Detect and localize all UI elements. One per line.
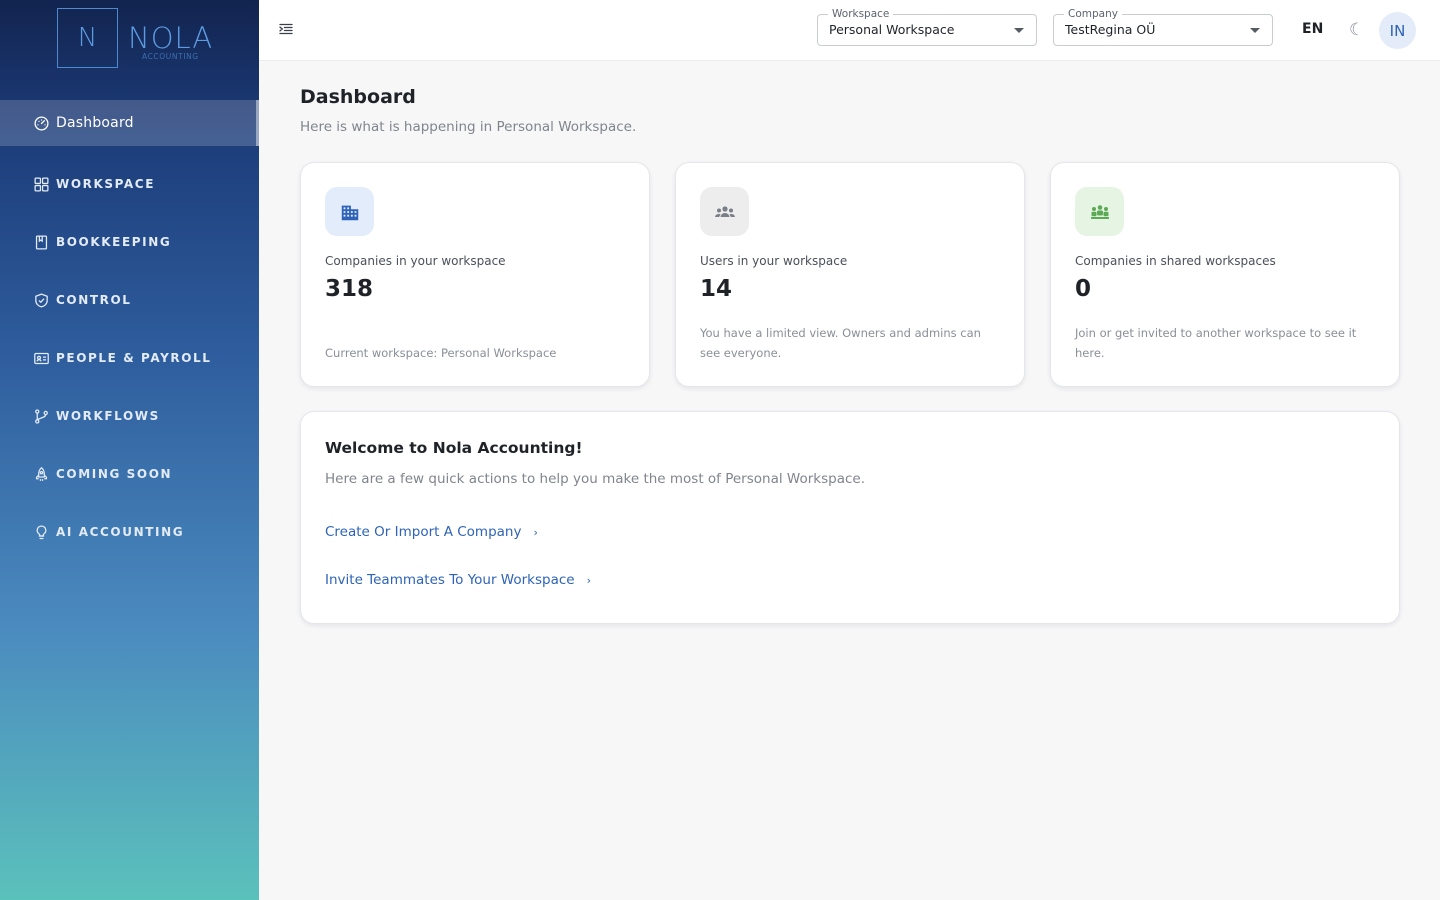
sidebar-item-coming-soon[interactable]: COMING SOON [0, 451, 259, 497]
card-label: Companies in shared workspaces [1075, 254, 1276, 268]
avatar[interactable]: IN [1379, 12, 1416, 49]
sidebar-item-label: CONTROL [56, 293, 132, 307]
card-value: 0 [1075, 276, 1092, 302]
sidebar-item-label: COMING SOON [56, 467, 173, 481]
branch-icon [33, 408, 50, 425]
card-value: 14 [700, 276, 733, 302]
shield-check-icon [33, 292, 50, 309]
welcome-subtitle: Here are a few quick actions to help you… [325, 471, 865, 487]
chevron-down-icon [1250, 28, 1260, 33]
top-bar: Workspace Personal Workspace Company Tes… [259, 0, 1440, 61]
logo-mark: N [57, 8, 118, 68]
workspace-select-legend: Workspace [828, 7, 894, 21]
building-icon [325, 187, 374, 236]
stat-card-companies: Companies in your workspace 318 Current … [300, 162, 650, 387]
card-note: Join or get invited to another workspace… [1075, 326, 1357, 360]
logo-wordmark: NOLA ACCOUNTING [128, 8, 218, 68]
sidebar-item-label: Dashboard [56, 115, 134, 131]
company-select[interactable]: Company TestRegina OÜ [1053, 7, 1273, 46]
users-icon [700, 187, 749, 236]
chevron-right-icon: › [533, 525, 538, 539]
sidebar-item-label: WORKFLOWS [56, 409, 160, 423]
sidebar-item-ai-accounting[interactable]: AI ACCOUNTING [0, 509, 259, 555]
language-switcher[interactable]: EN [1302, 21, 1323, 37]
stat-card-users: Users in your workspace 14 You have a li… [675, 162, 1025, 387]
sidebar-item-label: PEOPLE & PAYROLL [56, 351, 212, 365]
nola-logo[interactable]: N NOLA ACCOUNTING [57, 8, 218, 68]
logo-letter: N [77, 23, 98, 53]
logo-subtitle: ACCOUNTING [142, 52, 199, 61]
welcome-title: Welcome to Nola Accounting! [325, 439, 583, 457]
card-note: Current workspace: Personal Workspace [325, 346, 557, 360]
moon-icon[interactable]: ☾ [1349, 20, 1364, 40]
page-title: Dashboard [300, 86, 416, 108]
grid-icon [33, 176, 50, 193]
sidebar-item-label: AI ACCOUNTING [56, 525, 185, 539]
workspace-select-value: Personal Workspace [829, 22, 955, 37]
book-icon [33, 234, 50, 251]
card-note: You have a limited view. Owners and admi… [700, 326, 981, 360]
chevron-right-icon: › [586, 573, 592, 587]
sidebar-item-label: WORKSPACE [56, 177, 156, 191]
action-label: Invite Teammates To Your Workspace [325, 572, 575, 588]
lightbulb-icon [33, 524, 50, 541]
card-label: Companies in your workspace [325, 254, 506, 268]
workspace-select[interactable]: Workspace Personal Workspace [817, 7, 1037, 46]
gauge-icon [33, 115, 50, 132]
page-subtitle: Here is what is happening in Personal Wo… [300, 119, 637, 135]
create-import-company-link[interactable]: Create Or Import A Company › [325, 524, 538, 540]
sidebar-item-control[interactable]: CONTROL [0, 277, 259, 323]
menu-collapse-icon[interactable] [277, 20, 295, 38]
sidebar-item-label: BOOKKEEPING [56, 235, 172, 249]
chevron-down-icon [1014, 28, 1024, 33]
company-select-value: TestRegina OÜ [1065, 22, 1156, 37]
card-label: Users in your workspace [700, 254, 848, 268]
company-select-legend: Company [1064, 7, 1122, 21]
card-value: 318 [325, 276, 374, 302]
action-label: Create Or Import A Company [325, 524, 522, 540]
stat-card-shared-companies: Companies in shared workspaces 0 Join or… [1050, 162, 1400, 387]
sidebar-item-bookkeeping[interactable]: BOOKKEEPING [0, 219, 259, 265]
sidebar-item-workspace[interactable]: WORKSPACE [0, 161, 259, 207]
logo-name: NOLA [128, 21, 214, 55]
welcome-panel: Welcome to Nola Accounting! Here are a f… [300, 411, 1400, 624]
sidebar-item-people-payroll[interactable]: PEOPLE & PAYROLL [0, 335, 259, 381]
sidebar-item-workflows[interactable]: WORKFLOWS [0, 393, 259, 439]
sidebar: N NOLA ACCOUNTING Dashboard WORKSPACE BO… [0, 0, 259, 900]
invite-teammates-link[interactable]: Invite Teammates To Your Workspace › [325, 572, 591, 588]
groups-icon [1075, 187, 1124, 236]
id-card-icon [33, 350, 50, 367]
avatar-initials: IN [1389, 21, 1406, 40]
rocket-icon [33, 466, 50, 483]
sidebar-item-dashboard[interactable]: Dashboard [0, 100, 259, 146]
